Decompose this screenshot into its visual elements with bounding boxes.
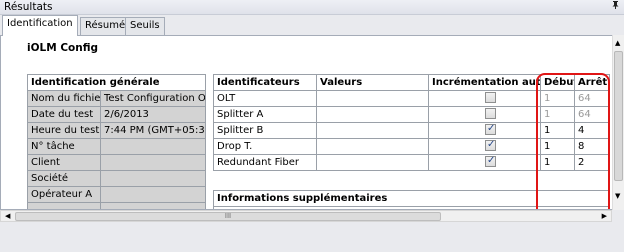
identification-content: iOLM Config Identification générale Nom … [0, 35, 612, 210]
field-label: Date du test [27, 106, 101, 123]
general-header: Identification générale [27, 74, 206, 91]
panel-title-text: Résultats [4, 1, 53, 13]
auto-increment-checkbox[interactable] [485, 140, 496, 152]
identifiers-header: Identificateurs [213, 74, 317, 91]
vertical-scroll-thumb[interactable] [614, 51, 623, 181]
values-header: Valeurs [316, 74, 429, 91]
table-row: N° tâche [27, 138, 206, 155]
identifier-value[interactable] [316, 154, 429, 171]
identifier-name: OLT [213, 90, 317, 107]
auto-increment-cell [428, 90, 541, 107]
table-row: Heure du test 7:44 PM (GMT+05:30 [27, 122, 206, 139]
table-row: Société [27, 170, 206, 187]
job-number-value[interactable] [100, 138, 206, 155]
tab-label: Seuils [130, 20, 160, 31]
tab-thresholds[interactable]: Seuils [125, 17, 165, 35]
horizontal-scroll-thumb[interactable]: III [15, 212, 441, 221]
field-value[interactable] [100, 202, 206, 209]
vertical-scrollbar[interactable]: ▲ ▼ [612, 35, 624, 210]
identifier-value[interactable] [316, 90, 429, 107]
identifier-name: Drop T. [213, 138, 317, 155]
pin-icon[interactable] [611, 0, 620, 15]
identifier-name: Splitter B [213, 122, 317, 139]
tab-summary[interactable]: Résumé [80, 17, 131, 35]
auto-increment-checkbox[interactable] [485, 108, 496, 119]
bottom-area [0, 222, 624, 252]
auto-increment-header: Incrémentation auto [428, 74, 541, 91]
field-label: Société [27, 170, 101, 187]
table-row [27, 202, 206, 209]
operator-a-value[interactable] [100, 186, 206, 203]
config-title: iOLM Config [27, 42, 99, 54]
file-name-value[interactable]: Test Configuration O [100, 90, 206, 107]
tab-strip: Identification Résumé Seuils [0, 15, 624, 36]
auto-increment-checkbox[interactable] [485, 124, 496, 136]
horizontal-scrollbar[interactable]: ◀ III ▶ [0, 210, 612, 222]
field-label: Client [27, 154, 101, 171]
tab-label: Résumé [85, 20, 126, 31]
scroll-down-icon[interactable]: ▼ [615, 192, 620, 200]
auto-increment-cell [428, 106, 541, 123]
identifier-name: Splitter A [213, 106, 317, 123]
highlight-annotation [536, 73, 610, 209]
field-label: Heure du test [27, 122, 101, 139]
auto-increment-checkbox[interactable] [485, 92, 496, 103]
field-label: Opérateur A [27, 186, 101, 203]
auto-increment-cell [428, 138, 541, 155]
identifier-value[interactable] [316, 122, 429, 139]
table-row: Opérateur A [27, 186, 206, 203]
auto-increment-checkbox[interactable] [485, 156, 496, 168]
field-label [27, 202, 101, 209]
auto-increment-cell [428, 122, 541, 139]
client-value[interactable] [100, 154, 206, 171]
company-value[interactable] [100, 170, 206, 187]
field-label: N° tâche [27, 138, 101, 155]
tab-identification[interactable]: Identification [2, 15, 78, 36]
table-row: Client [27, 154, 206, 171]
identifier-value[interactable] [316, 138, 429, 155]
tab-label: Identification [7, 18, 73, 29]
test-time-value[interactable]: 7:44 PM (GMT+05:30 [100, 122, 206, 139]
test-date-value[interactable]: 2/6/2013 [100, 106, 206, 123]
table-row: Date du test 2/6/2013 [27, 106, 206, 123]
field-label: Nom du fichier [27, 90, 101, 107]
general-identification-table: Identification générale Nom du fichier T… [27, 74, 206, 209]
identifier-name: Redundant Fiber [213, 154, 317, 171]
auto-increment-cell [428, 154, 541, 171]
scroll-left-icon[interactable]: ◀ [5, 211, 10, 222]
scroll-up-icon[interactable]: ▲ [615, 39, 620, 47]
results-panel-title: Résultats [0, 0, 624, 15]
scroll-grip: III [224, 212, 232, 220]
scroll-right-icon[interactable]: ▶ [602, 211, 607, 222]
table-row: Nom du fichier Test Configuration O [27, 90, 206, 107]
identifier-value[interactable] [316, 106, 429, 123]
